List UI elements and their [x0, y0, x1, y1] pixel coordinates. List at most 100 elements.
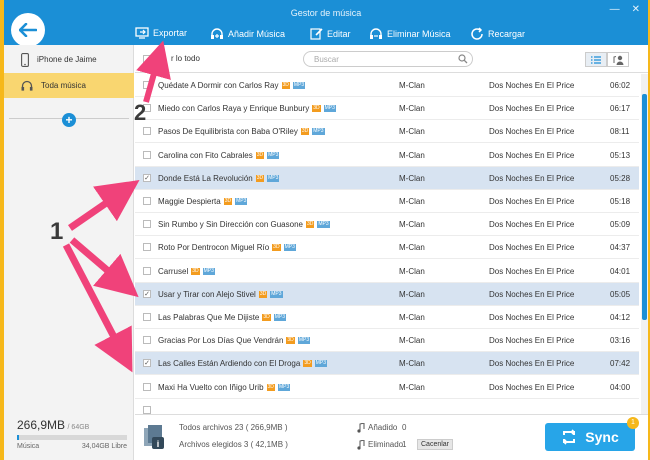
song-row[interactable]: Las Palabras Que Me Dijiste 3D MP3 M-Clan Do… [135, 306, 639, 329]
song-checkbox[interactable] [143, 127, 151, 136]
add-music-label: Añadir Música [228, 28, 286, 39]
song-duration: 04:00 [610, 382, 631, 392]
added-label: Añadido [368, 423, 398, 432]
song-row[interactable]: Roto Por Dentrocon Miguel Río 3D MP3 M-Clan… [135, 236, 639, 260]
badge-mp3: MP3 [235, 198, 248, 205]
song-title-cell: Pasos De Equilibrista con Baba O'Riley 3D… [158, 127, 325, 136]
music-manager-window: Gestor de música — ✕ Exportar Añadir Mús… [4, 0, 648, 460]
artist-view-button[interactable] [607, 52, 629, 67]
song-album: Dos Noches En El Price [489, 197, 575, 206]
sidebar-item-all-music[interactable]: Toda música [4, 73, 134, 98]
song-checkbox[interactable] [143, 197, 151, 205]
badge-mp3: MP3 [283, 244, 296, 252]
all-music-label: Toda música [41, 81, 86, 90]
song-row[interactable]: Quédate A Dormir con Carlos Ray 3D MP3 M-Cl… [135, 74, 639, 97]
added-count: 0 [402, 423, 407, 432]
sync-button[interactable]: Sync [545, 423, 635, 451]
storage-info: 266,9MB / 64GB Música 34,04GB Libre [17, 418, 127, 450]
song-checkbox[interactable]: ✓ [143, 173, 151, 182]
song-title-cell: Miedo con Carlos Raya y Enrique Bunbury 3… [158, 104, 336, 113]
song-album: Dos Noches En El Price [489, 150, 575, 160]
song-album: Dos Noches En El Price [489, 359, 575, 369]
song-album: Dos Noches En El Price [489, 336, 575, 346]
song-checkbox[interactable] [143, 81, 151, 89]
cancel-button[interactable]: Cacenlar [417, 439, 454, 450]
song-artist: M-Clan [399, 127, 425, 137]
song-album: Dos Noches En El Price [489, 220, 575, 230]
song-row[interactable]: ✓ Donde Está La Revolución 3D MP3 M-Clan Dos … [135, 166, 639, 190]
badge-3d: 3D [258, 290, 268, 298]
edit-label: Editar [327, 28, 351, 39]
reload-button[interactable]: Recargar [470, 27, 525, 41]
song-row[interactable]: Pasos De Equilibrista con Baba O'Riley 3D… [135, 120, 639, 144]
song-row[interactable]: Carolina con Fito Cabrales 3D MP3 M-Clan Dos… [135, 144, 639, 167]
scrollbar[interactable] [641, 74, 648, 422]
song-row[interactable]: Maggie Despierta 3D MP3 M-Clan Dos Noches En… [135, 190, 639, 213]
song-checkbox[interactable] [143, 266, 151, 275]
close-icon[interactable]: ✕ [632, 4, 640, 15]
song-row[interactable]: Maxi Ha Vuelto con Iñigo Urib 3D MP3 M-Clan… [135, 376, 639, 399]
song-album: Dos Noches En El Price [489, 243, 575, 253]
delete-music-label: Eliminar Música [387, 28, 451, 39]
song-checkbox[interactable] [143, 405, 151, 414]
song-checkbox[interactable] [143, 150, 151, 159]
song-duration: 04:01 [610, 266, 631, 276]
song-checkbox[interactable] [143, 382, 151, 391]
badge-3d: 3D [286, 337, 295, 345]
search-icon[interactable] [458, 54, 468, 64]
song-title: Usar y Tirar con Alejo Stivel [158, 289, 256, 299]
delete-music-button[interactable]: Eliminar Música [369, 27, 451, 40]
song-artist: M-Clan [399, 220, 425, 230]
storage-used: 266,9MB [17, 418, 66, 432]
badge-3d: 3D [262, 314, 271, 321]
headphones-plus-icon [211, 28, 223, 39]
song-row[interactable]: ✓ Usar y Tirar con Alejo Stivel 3D MP3 M-Cla… [135, 282, 639, 306]
song-artist: M-Clan [399, 243, 425, 253]
song-title: Donde Está La Revolución [158, 173, 253, 183]
song-title: Quédate A Dormir con Carlos Ray [158, 81, 279, 90]
song-checkbox[interactable] [143, 313, 151, 321]
badge-3d: 3D [266, 383, 275, 391]
song-checkbox[interactable] [143, 243, 151, 252]
song-row[interactable]: ✓ Las Calles Están Ardiendo con El Droga 3… [135, 352, 639, 376]
scrollbar-thumb[interactable] [642, 94, 647, 320]
minimize-icon[interactable]: — [610, 4, 620, 15]
add-playlist-button[interactable]: + [62, 113, 76, 127]
song-checkbox[interactable]: ✓ [143, 289, 151, 298]
song-title-cell: Maxi Ha Vuelto con Iñigo Urib 3D MP3 [158, 382, 291, 392]
badge-mp3: MP3 [202, 267, 215, 275]
song-duration: 07:42 [610, 359, 631, 369]
export-icon [135, 27, 149, 39]
add-music-button[interactable]: Añadir Música [210, 27, 285, 40]
song-title-cell: Maggie Despierta 3D MP3 [158, 197, 248, 206]
song-row[interactable]: Sin Rumbo y Sin Dirección con Guasone 3D M… [135, 213, 639, 237]
badge-3d: 3D [300, 128, 310, 136]
select-all-label: r lo todo [171, 54, 200, 63]
song-checkbox[interactable] [143, 336, 151, 345]
song-artist: M-Clan [399, 289, 425, 299]
song-title: Gracias Por Los Días Que Vendrán [158, 336, 284, 346]
export-button[interactable]: Exportar [135, 27, 187, 39]
edit-button[interactable]: Editar [310, 27, 351, 40]
song-artist: M-Clan [399, 173, 425, 183]
song-title: Maxi Ha Vuelto con Iñigo Urib [158, 382, 264, 392]
song-checkbox[interactable] [143, 220, 151, 229]
search-input[interactable] [303, 51, 473, 67]
song-row[interactable]: Carrusel 3D MP3 M-Clan Dos Noches En El Pric… [135, 260, 639, 283]
list-view-button[interactable] [585, 52, 607, 67]
select-all-checkbox[interactable] [143, 55, 151, 63]
song-row[interactable]: Gracias Por Los Días Que Vendrán 3D MP3 M-C… [135, 329, 639, 353]
back-button[interactable] [11, 13, 45, 47]
song-title-cell: Sin Rumbo y Sin Dirección con Guasone 3D M… [158, 220, 330, 229]
sidebar-item-device[interactable]: iPhone de Jaime [4, 47, 134, 72]
song-title-cell: Donde Está La Revolución 3D MP3 [158, 173, 280, 183]
song-title-cell: Carolina con Fito Cabrales 3D MP3 [158, 151, 280, 160]
song-row[interactable]: Miedo con Carlos Raya y Enrique Bunbury 3… [135, 97, 639, 121]
song-duration: 05:09 [610, 220, 631, 230]
headphones-minus-icon [370, 28, 382, 39]
song-checkbox[interactable]: ✓ [143, 359, 151, 368]
badge-mp3: MP3 [297, 337, 311, 345]
badge-3d: 3D [255, 174, 265, 182]
iphone-icon [21, 52, 29, 67]
music-note-icon [357, 423, 365, 433]
